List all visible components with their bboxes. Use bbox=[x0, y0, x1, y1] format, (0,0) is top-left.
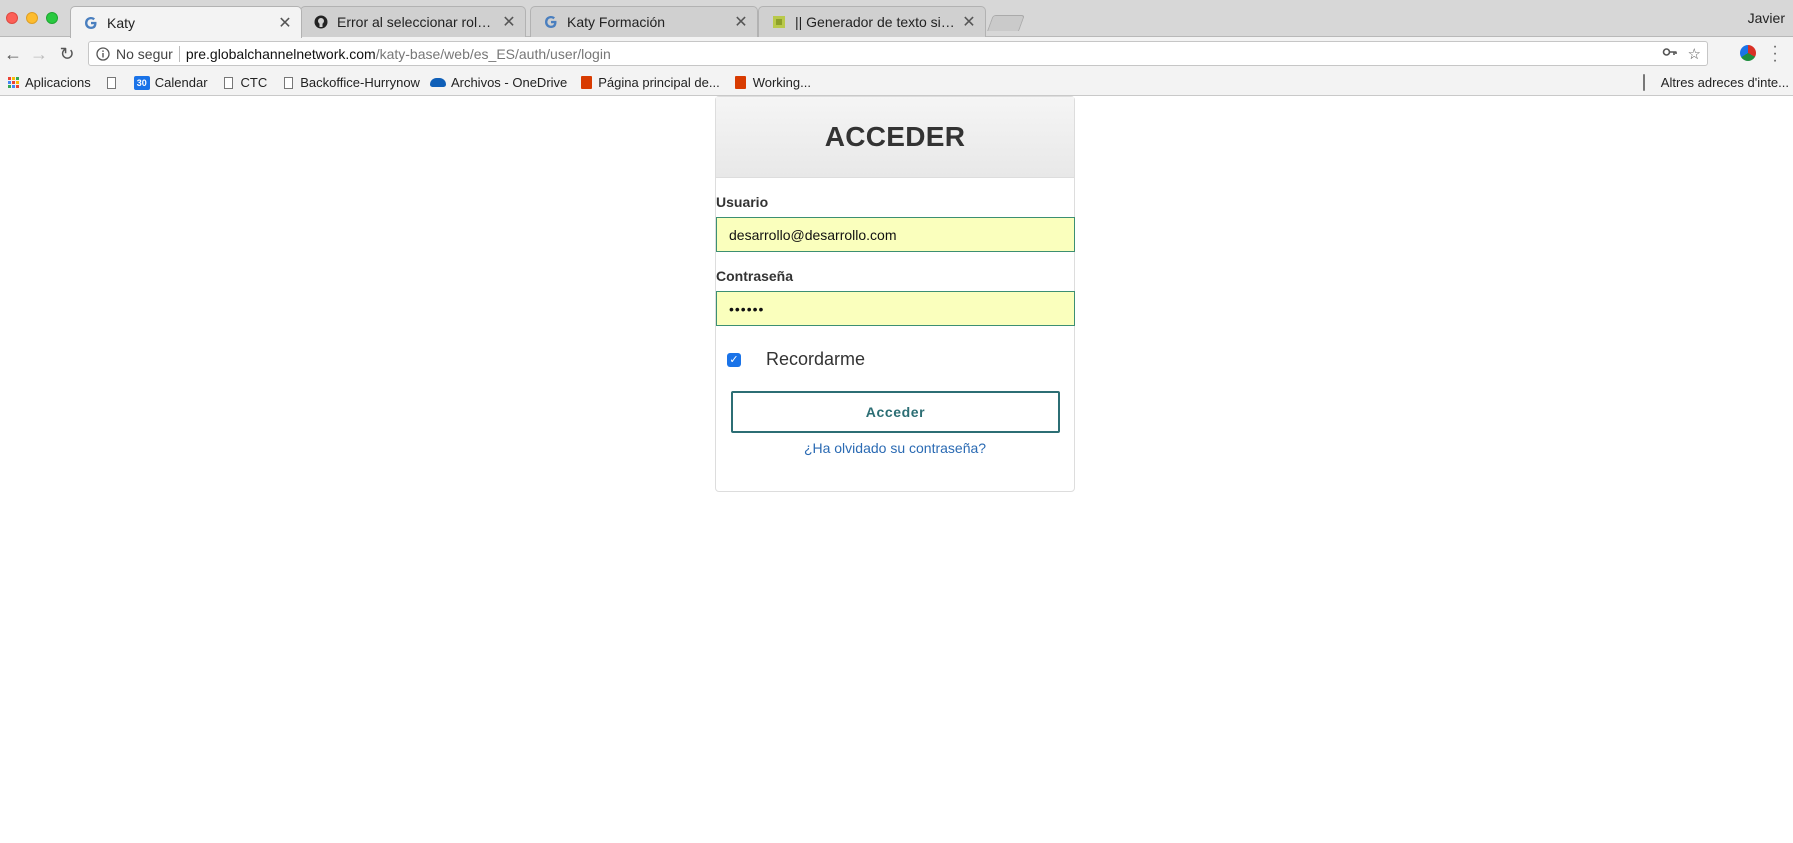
bookmark-label: Backoffice-Hurrynow bbox=[300, 75, 420, 90]
onedrive-icon bbox=[429, 76, 446, 90]
bookmark-blank[interactable] bbox=[105, 76, 124, 90]
other-bookmarks[interactable]: Altres adreces d'inte... bbox=[1642, 74, 1789, 91]
tab-close-icon[interactable]: ✕ bbox=[961, 12, 977, 32]
calendar-icon: 30 bbox=[133, 75, 150, 90]
tab-github-issue[interactable]: Error al seleccionar roles · Issu ✕ bbox=[300, 6, 526, 37]
login-title: ACCEDER bbox=[824, 121, 966, 152]
bookmark-ctc[interactable]: CTC bbox=[222, 75, 268, 90]
login-header: ACCEDER bbox=[716, 97, 1074, 178]
bookmark-label: Página principal de... bbox=[598, 75, 720, 90]
maximize-window-icon[interactable] bbox=[46, 12, 58, 24]
bookmark-label: Calendar bbox=[154, 75, 208, 90]
bookmark-onedrive[interactable]: Archivos - OneDrive bbox=[429, 75, 568, 90]
login-panel: ACCEDER Usuario desarrollo@desarrollo.co… bbox=[715, 96, 1075, 492]
username-input[interactable]: desarrollo@desarrollo.com bbox=[716, 217, 1075, 252]
bookmark-backoffice[interactable]: Backoffice-Hurrynow bbox=[281, 75, 420, 90]
password-input[interactable]: •••••• bbox=[716, 291, 1075, 326]
office-icon bbox=[734, 76, 748, 90]
bookmarks-bar: Aplicacions 30 Calendar CTC Backoffice-H… bbox=[0, 70, 1793, 96]
extension-icon[interactable] bbox=[1740, 45, 1756, 61]
login-button[interactable]: Acceder bbox=[731, 391, 1060, 433]
security-label[interactable]: No segur bbox=[116, 45, 180, 62]
remember-checkbox[interactable]: ✓ bbox=[727, 352, 741, 367]
bookmark-label: Aplicacions bbox=[25, 75, 91, 90]
tab-katy[interactable]: Katy ✕ bbox=[70, 6, 302, 38]
bookmark-calendar[interactable]: 30 Calendar bbox=[133, 75, 208, 90]
page-icon bbox=[105, 76, 119, 90]
password-label: Contraseña bbox=[716, 268, 794, 284]
tab-strip: Katy ✕ Error al seleccionar roles · Issu… bbox=[0, 0, 1793, 38]
tab-title: || Generador de texto simulado bbox=[795, 14, 955, 30]
menu-icon[interactable]: · · · bbox=[1772, 39, 1778, 69]
browser-toolbar: ← → ↻ No segur pre.globalchannelnetwork.… bbox=[0, 37, 1793, 70]
star-icon[interactable]: ☆ bbox=[1688, 45, 1701, 63]
bookmark-apps[interactable]: Aplicacions bbox=[6, 75, 91, 90]
username-label: Usuario bbox=[716, 194, 769, 210]
other-bookmarks-label: Altres adreces d'inte... bbox=[1660, 75, 1789, 90]
back-arrow-icon[interactable]: ← bbox=[2, 43, 24, 65]
key-icon[interactable] bbox=[1662, 45, 1678, 63]
google-icon bbox=[83, 15, 99, 31]
folder-icon bbox=[1642, 74, 1661, 91]
bookmark-label: CTC bbox=[240, 75, 268, 90]
lorem-site-icon bbox=[771, 14, 787, 30]
remember-me: ✓ Recordarme bbox=[727, 349, 865, 370]
bookmark-label: Archivos - OneDrive bbox=[450, 75, 568, 90]
bookmark-working[interactable]: Working... bbox=[734, 75, 811, 90]
forward-arrow-icon[interactable]: → bbox=[28, 43, 50, 65]
google-icon bbox=[543, 14, 559, 30]
tab-title: Katy bbox=[107, 14, 136, 31]
bookmark-office-home[interactable]: Página principal de... bbox=[579, 75, 720, 90]
info-icon[interactable] bbox=[93, 46, 113, 61]
reload-icon[interactable]: ↻ bbox=[56, 43, 78, 65]
tab-close-icon[interactable]: ✕ bbox=[501, 12, 517, 32]
tab-generador-texto[interactable]: || Generador de texto simulado ✕ bbox=[758, 6, 986, 37]
bookmark-label: Working... bbox=[752, 75, 811, 90]
address-bar[interactable]: No segur pre.globalchannelnetwork.com/ka… bbox=[88, 41, 1708, 66]
url-host: pre.globalchannelnetwork.com bbox=[185, 45, 376, 62]
remember-label[interactable]: Recordarme bbox=[766, 349, 865, 370]
github-icon bbox=[313, 14, 329, 30]
minimize-window-icon[interactable] bbox=[26, 12, 38, 24]
apps-grid-icon bbox=[6, 76, 20, 90]
url-path: /katy-base/web/es_ES/auth/user/login bbox=[375, 45, 611, 62]
tab-close-icon[interactable]: ✕ bbox=[277, 13, 293, 33]
tab-katy-formacion[interactable]: Katy Formación ✕ bbox=[530, 6, 758, 37]
page-icon bbox=[281, 76, 295, 90]
page-icon bbox=[222, 76, 236, 90]
tab-title: Katy Formación bbox=[567, 14, 666, 30]
tab-title: Error al seleccionar roles · Issu bbox=[337, 14, 495, 30]
forgot-password-link[interactable]: ¿Ha olvidado su contraseña? bbox=[716, 440, 1074, 456]
new-tab-button[interactable] bbox=[987, 15, 1025, 31]
office-icon bbox=[579, 76, 593, 90]
profile-name[interactable]: Javier bbox=[1748, 10, 1785, 26]
tab-close-icon[interactable]: ✕ bbox=[733, 12, 749, 32]
close-window-icon[interactable] bbox=[6, 12, 18, 24]
